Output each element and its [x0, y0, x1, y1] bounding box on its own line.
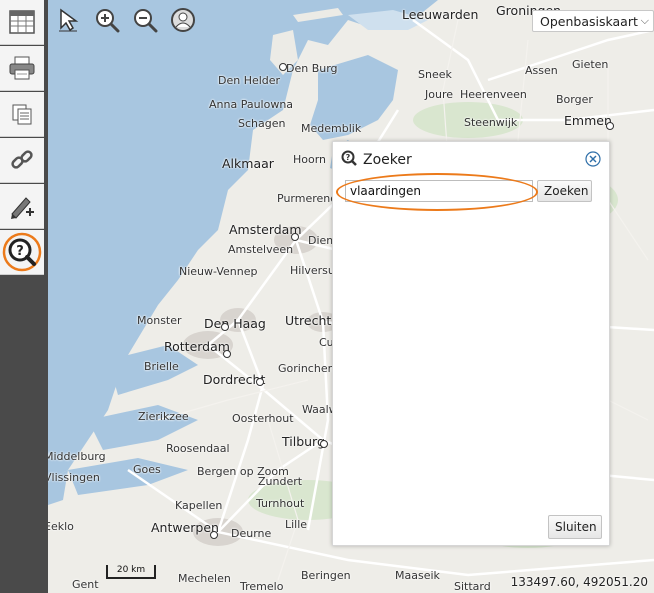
map-label: Sittard: [454, 580, 491, 593]
map-label: Zundert: [258, 475, 303, 488]
map-label: Medemblik: [301, 122, 362, 135]
city-marker: [256, 378, 264, 386]
map-label: Roosendaal: [166, 442, 230, 455]
print-button[interactable]: [0, 46, 44, 91]
zoom-out-button[interactable]: [131, 6, 159, 34]
city-marker: [291, 233, 299, 241]
map-label: Assen: [525, 64, 558, 77]
map-label: Leeuwarden: [402, 7, 479, 22]
map-label: Gent: [72, 578, 99, 591]
basemap-layer-value: Openbasiskaart: [540, 13, 638, 29]
map-label: Vlissingen: [48, 471, 100, 484]
scale-bar-label: 20 km: [116, 565, 146, 575]
city-marker: [320, 440, 328, 448]
link-button[interactable]: [0, 138, 44, 183]
basemap-layer-select[interactable]: Openbasiskaart ⌵: [532, 10, 654, 32]
printer-icon: [9, 56, 35, 80]
close-icon[interactable]: [585, 151, 601, 167]
map-label: Beringen: [301, 569, 351, 582]
map-label: Gieten: [572, 58, 609, 71]
map-label: Rotterdam: [164, 339, 230, 354]
select-tool-button[interactable]: [54, 6, 82, 34]
map-label: Alkmaar: [222, 156, 274, 171]
map-label: Hoorn: [293, 153, 327, 166]
map-label: Nieuw-Vennep: [179, 265, 258, 278]
search-dialog: ? Zoeker Zoeken Sluiten: [332, 141, 610, 546]
globe-user-icon: [171, 8, 195, 32]
document-button[interactable]: [0, 92, 44, 137]
map-label: Tilburg: [282, 434, 325, 449]
map-label: Den Haag: [204, 316, 266, 331]
map-label: Anna Paulowna: [209, 98, 294, 111]
chevron-down-icon: ⌵: [640, 14, 649, 27]
map-label: Utrecht: [285, 313, 332, 328]
left-toolbar: ?: [0, 0, 48, 593]
svg-text:?: ?: [16, 244, 24, 259]
city-marker: [279, 63, 287, 71]
map-label: Amstelveen: [228, 243, 294, 256]
map-label: Gorinchem: [278, 362, 339, 375]
map-label: Eeklo: [48, 520, 74, 533]
document-list-icon: [12, 104, 32, 125]
zoom-in-button[interactable]: [93, 6, 121, 34]
edit-button[interactable]: [0, 184, 44, 229]
map-label: Oosterhout: [232, 412, 294, 425]
close-button[interactable]: Sluiten: [548, 515, 602, 539]
search-input[interactable]: [345, 180, 533, 202]
map-label: Maaseik: [395, 569, 440, 582]
map-label: Den Helder: [218, 74, 281, 87]
scale-bar: 20 km: [106, 565, 156, 579]
map-label: Den Burg: [286, 62, 338, 75]
city-marker: [210, 531, 218, 539]
city-marker: [606, 122, 614, 130]
help-search-icon: ?: [2, 232, 42, 272]
map-label: Mechelen: [178, 572, 231, 585]
edit-pen-icon: [11, 197, 34, 219]
zoom-in-icon: [96, 9, 120, 33]
search-button[interactable]: Zoeken: [537, 180, 592, 202]
map-label: Purmerend: [277, 192, 338, 205]
map-label: Middelburg: [48, 450, 106, 463]
coordinate-readout: 133497.60, 492051.20: [510, 575, 648, 589]
city-marker: [221, 323, 229, 331]
full-extent-button[interactable]: [169, 6, 197, 34]
table-icon: [9, 10, 35, 34]
map-label: Borger: [556, 93, 593, 106]
map-label: Steenwijk: [464, 116, 518, 129]
help-search-icon: ?: [341, 150, 357, 170]
map-label: Lille: [285, 518, 308, 531]
dialog-header: ? Zoeker: [341, 150, 412, 170]
map-label: Zierikzee: [138, 410, 189, 423]
map-label: Joure: [425, 88, 453, 101]
map-label: Kapellen: [175, 499, 223, 512]
map-label: Emmen: [564, 113, 612, 128]
map-label: Deurne: [231, 527, 272, 540]
map-label: Brielle: [144, 360, 179, 373]
map-label: Sneek: [418, 68, 452, 81]
zoom-out-icon: [134, 9, 158, 33]
map-label: Turnhout: [256, 497, 305, 510]
svg-text:?: ?: [346, 153, 351, 162]
map-label: Heerenveen: [460, 88, 527, 101]
map-label: Monster: [137, 314, 182, 327]
search-tool-button[interactable]: ?: [0, 230, 44, 275]
map-label: Antwerpen: [151, 520, 219, 535]
map-label: Schagen: [238, 117, 286, 130]
dialog-title: Zoeker: [363, 152, 412, 168]
pointer-select-icon: [59, 8, 79, 32]
map-label: Tremelo: [240, 580, 284, 593]
map-label: Goes: [133, 463, 161, 476]
table-button[interactable]: [0, 0, 44, 45]
link-chain-icon: [11, 150, 33, 169]
city-marker: [223, 350, 231, 358]
